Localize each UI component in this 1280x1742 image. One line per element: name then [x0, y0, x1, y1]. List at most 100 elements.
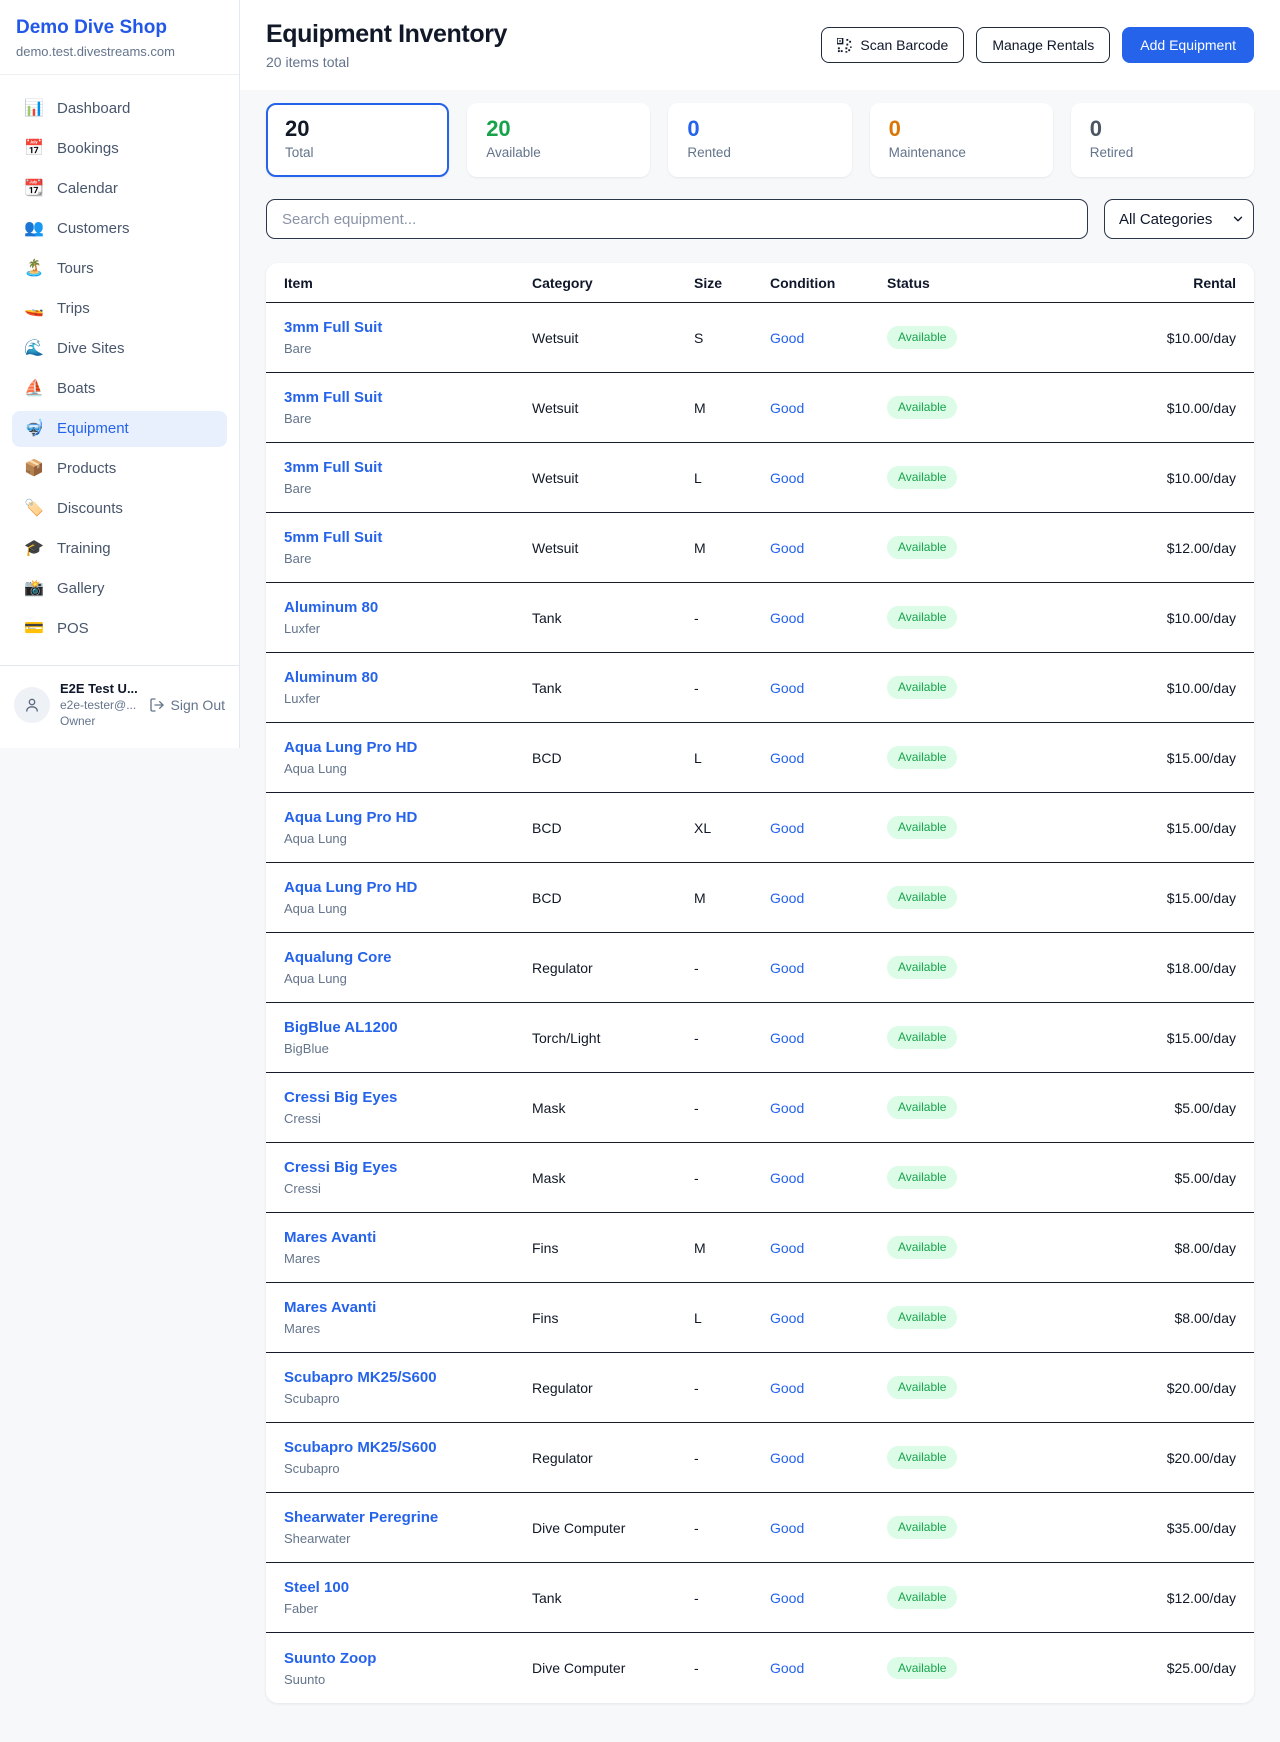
- item-condition-link[interactable]: Good: [770, 1310, 887, 1326]
- stat-card-total[interactable]: 20 Total: [266, 103, 449, 177]
- item-condition-link[interactable]: Good: [770, 330, 887, 346]
- sidebar-item-training[interactable]: 🎓 Training: [12, 531, 227, 567]
- item-condition-link[interactable]: Good: [770, 470, 887, 486]
- sidebar-item-pos[interactable]: 💳 POS: [12, 611, 227, 647]
- sidebar-item-equipment[interactable]: 🤿 Equipment: [12, 411, 227, 447]
- search-input[interactable]: [266, 199, 1088, 239]
- item-name-link[interactable]: Mares Avanti: [284, 1299, 532, 1317]
- item-condition-link[interactable]: Good: [770, 750, 887, 766]
- item-name-link[interactable]: Shearwater Peregrine: [284, 1509, 532, 1527]
- item-condition-link[interactable]: Good: [770, 1590, 887, 1606]
- shop-name-link[interactable]: Demo Dive Shop: [16, 17, 223, 39]
- manage-rentals-button[interactable]: Manage Rentals: [976, 27, 1110, 63]
- item-condition-link[interactable]: Good: [770, 540, 887, 556]
- content-area: 20 Total 20 Available 0 Rented 0 Mainten…: [240, 90, 1280, 1739]
- stat-card-retired[interactable]: 0 Retired: [1071, 103, 1254, 177]
- sidebar-item-label: Dive Sites: [57, 340, 125, 358]
- table-row: 3mm Full Suit Bare Wetsuit S Good Availa…: [266, 303, 1254, 373]
- stat-label: Available: [486, 145, 631, 160]
- item-condition-link[interactable]: Good: [770, 820, 887, 836]
- item-rental-rate: $20.00/day: [1032, 1380, 1236, 1396]
- sidebar-item-trips[interactable]: 🚤 Trips: [12, 291, 227, 327]
- item-name-link[interactable]: Mares Avanti: [284, 1229, 532, 1247]
- item-name-link[interactable]: 3mm Full Suit: [284, 389, 532, 407]
- item-name-link[interactable]: Cressi Big Eyes: [284, 1159, 532, 1177]
- item-condition-link[interactable]: Good: [770, 1520, 887, 1536]
- item-rental-rate: $15.00/day: [1032, 1030, 1236, 1046]
- item-name-link[interactable]: BigBlue AL1200: [284, 1019, 532, 1037]
- sidebar-item-dashboard[interactable]: 📊 Dashboard: [12, 91, 227, 127]
- scan-barcode-button[interactable]: Scan Barcode: [821, 27, 964, 63]
- stat-label: Total: [285, 145, 430, 160]
- sidebar-item-bookings[interactable]: 📅 Bookings: [12, 131, 227, 167]
- item-name-link[interactable]: Aqualung Core: [284, 949, 532, 967]
- item-name-link[interactable]: Scubapro MK25/S600: [284, 1439, 532, 1457]
- item-brand: Suunto: [284, 1672, 532, 1687]
- item-name-link[interactable]: Cressi Big Eyes: [284, 1089, 532, 1107]
- category-select-wrap: All Categories: [1104, 199, 1254, 239]
- item-condition-link[interactable]: Good: [770, 1100, 887, 1116]
- item-condition-link[interactable]: Good: [770, 1240, 887, 1256]
- item-category: Regulator: [532, 1380, 694, 1396]
- sidebar-item-discounts[interactable]: 🏷️ Discounts: [12, 491, 227, 527]
- sign-out-button[interactable]: Sign Out: [149, 697, 225, 713]
- item-condition-link[interactable]: Good: [770, 400, 887, 416]
- table-row: BigBlue AL1200 BigBlue Torch/Light - Goo…: [266, 1003, 1254, 1073]
- item-brand: BigBlue: [284, 1041, 532, 1056]
- item-rental-rate: $15.00/day: [1032, 750, 1236, 766]
- item-name-link[interactable]: Aluminum 80: [284, 599, 532, 617]
- item-size: L: [694, 750, 770, 766]
- sidebar-item-customers[interactable]: 👥 Customers: [12, 211, 227, 247]
- item-name-link[interactable]: Aqua Lung Pro HD: [284, 879, 532, 897]
- item-name-link[interactable]: Suunto Zoop: [284, 1650, 532, 1668]
- scan-barcode-label: Scan Barcode: [860, 37, 948, 53]
- item-name-link[interactable]: 3mm Full Suit: [284, 319, 532, 337]
- item-condition-link[interactable]: Good: [770, 1030, 887, 1046]
- item-condition-link[interactable]: Good: [770, 960, 887, 976]
- sidebar-item-label: Equipment: [57, 420, 129, 438]
- status-badge: Available: [887, 606, 957, 628]
- user-name: E2E Test U...: [60, 681, 138, 696]
- item-condition-link[interactable]: Good: [770, 1170, 887, 1186]
- item-name-link[interactable]: Steel 100: [284, 1579, 532, 1597]
- item-name-link[interactable]: Aluminum 80: [284, 669, 532, 687]
- category-select[interactable]: All Categories: [1104, 199, 1254, 239]
- item-name-link[interactable]: Aqua Lung Pro HD: [284, 739, 532, 757]
- item-name-link[interactable]: 3mm Full Suit: [284, 459, 532, 477]
- stat-card-rented[interactable]: 0 Rented: [668, 103, 851, 177]
- status-badge: Available: [887, 676, 957, 698]
- item-condition-link[interactable]: Good: [770, 680, 887, 696]
- item-condition-link[interactable]: Good: [770, 610, 887, 626]
- item-rental-rate: $12.00/day: [1032, 540, 1236, 556]
- sidebar-item-dive-sites[interactable]: 🌊 Dive Sites: [12, 331, 227, 367]
- sidebar-item-gallery[interactable]: 📸 Gallery: [12, 571, 227, 607]
- item-name-link[interactable]: Aqua Lung Pro HD: [284, 809, 532, 827]
- gallery-icon: 📸: [24, 581, 44, 597]
- app-root: Demo Dive Shop demo.test.divestreams.com…: [0, 0, 1280, 1739]
- item-condition-link[interactable]: Good: [770, 1450, 887, 1466]
- items-count: 20 items total: [266, 54, 507, 70]
- item-category: Fins: [532, 1310, 694, 1326]
- item-category: Mask: [532, 1100, 694, 1116]
- sidebar-item-tours[interactable]: 🏝️ Tours: [12, 251, 227, 287]
- item-condition-link[interactable]: Good: [770, 1380, 887, 1396]
- item-size: -: [694, 960, 770, 976]
- sidebar-item-products[interactable]: 📦 Products: [12, 451, 227, 487]
- item-size: -: [694, 1030, 770, 1046]
- item-name-link[interactable]: Scubapro MK25/S600: [284, 1369, 532, 1387]
- item-size: -: [694, 1170, 770, 1186]
- page-title: Equipment Inventory: [266, 20, 507, 49]
- status-badge: Available: [887, 816, 957, 838]
- item-name-link[interactable]: 5mm Full Suit: [284, 529, 532, 547]
- sidebar-item-boats[interactable]: ⛵ Boats: [12, 371, 227, 407]
- stat-card-maintenance[interactable]: 0 Maintenance: [870, 103, 1053, 177]
- sidebar: Demo Dive Shop demo.test.divestreams.com…: [0, 0, 240, 748]
- stat-card-available[interactable]: 20 Available: [467, 103, 650, 177]
- item-condition-link[interactable]: Good: [770, 1660, 887, 1676]
- sidebar-item-label: Bookings: [57, 140, 119, 158]
- add-equipment-button[interactable]: Add Equipment: [1122, 27, 1254, 63]
- sidebar-item-calendar[interactable]: 📆 Calendar: [12, 171, 227, 207]
- status-badge: Available: [887, 1306, 957, 1328]
- item-condition-link[interactable]: Good: [770, 890, 887, 906]
- item-brand: Bare: [284, 481, 532, 496]
